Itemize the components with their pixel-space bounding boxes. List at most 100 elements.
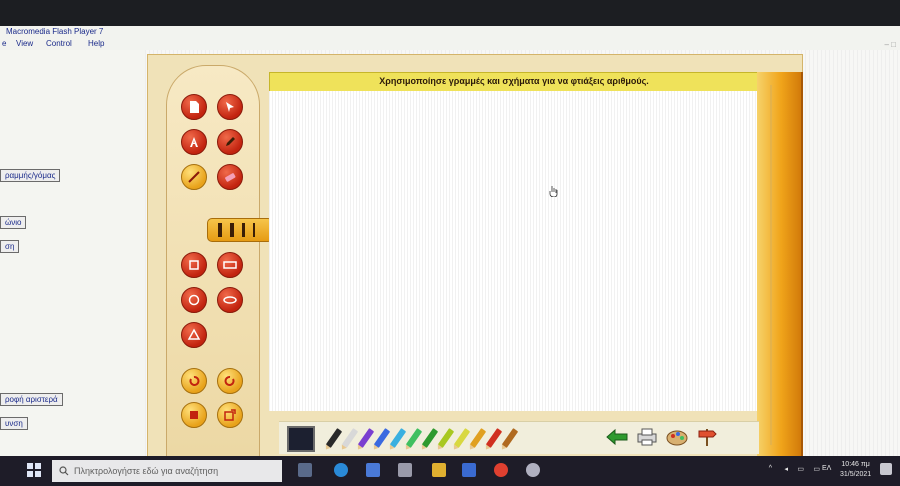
stroke-width-2 [230, 223, 234, 237]
task-view-icon[interactable] [298, 463, 312, 477]
pencil-color-9[interactable] [453, 428, 471, 448]
sidebar-button-line-eraser[interactable]: ραμμής/γόμας [0, 169, 61, 182]
select-tool[interactable] [217, 94, 243, 120]
menu-control[interactable]: Control [46, 39, 72, 48]
store-icon[interactable] [398, 463, 412, 477]
keyboard-icon[interactable]: ▭ [813, 465, 820, 473]
line-icon [188, 171, 200, 183]
input-language[interactable]: ΕΛ [822, 465, 831, 472]
network-icon[interactable]: ▭ [797, 465, 804, 473]
desktop-screen: Macromedia Flash Player 7 e View Control… [0, 0, 900, 486]
clock-date: 31/5/2021 [840, 471, 872, 478]
clock-time: 10:46 πμ [841, 461, 870, 468]
left-sidebar: ραμμής/γόμας ώνιο ση ροφή αριστερά υνση [0, 50, 145, 456]
pencil-color-2[interactable] [341, 428, 359, 448]
flash-player-window: Macromedia Flash Player 7 e View Control… [0, 26, 900, 462]
menu-help[interactable]: Help [88, 39, 104, 48]
sidebar-button-angle[interactable]: ώνιο [0, 216, 27, 229]
menu-file[interactable]: e [2, 39, 6, 48]
drawing-canvas[interactable] [269, 91, 758, 411]
new-page-tool[interactable] [181, 94, 207, 120]
notification-icon[interactable] [880, 463, 892, 475]
pencil-icon [226, 137, 235, 146]
instruction-banner: Χρησιμοποίησε γραμμές και σχήματα για να… [269, 72, 759, 92]
search-placeholder: Πληκτρολογήστε εδώ για αναζήτηση [74, 466, 219, 476]
menu-bar: e View Control Help [0, 38, 900, 50]
eraser-icon [225, 173, 236, 182]
stroke-width-selector[interactable] [207, 218, 273, 242]
pencil-color-1[interactable] [325, 428, 343, 448]
canvas-moire [269, 91, 757, 411]
chrome-icon[interactable] [494, 463, 508, 477]
circle-tool[interactable] [181, 287, 207, 313]
pencil-tool[interactable] [217, 129, 243, 155]
shrink-tool[interactable] [181, 402, 207, 428]
text-tool[interactable] [181, 129, 207, 155]
taskbar-search-box[interactable]: Πληκτρολογήστε εδώ για αναζήτηση [52, 460, 282, 482]
flash-stage: Χρησιμοποίησε γραμμές και σχήματα για να… [145, 50, 900, 462]
window-titlebar: Macromedia Flash Player 7 [0, 26, 900, 38]
square-tool[interactable] [181, 252, 207, 278]
mail-icon[interactable] [462, 463, 476, 477]
flash-player-taskbar-icon[interactable] [526, 463, 540, 477]
menu-view[interactable]: View [16, 39, 33, 48]
bottom-toolbar [279, 421, 759, 454]
circle-icon [188, 294, 200, 306]
pencil-color-8[interactable] [437, 428, 455, 448]
square-icon [189, 260, 199, 270]
rotate-left-tool[interactable] [181, 368, 207, 394]
arrow-cursor-icon [226, 102, 234, 112]
media-player-icon[interactable] [366, 463, 380, 477]
pencil-color-7[interactable] [421, 428, 439, 448]
triangle-tool[interactable] [181, 322, 207, 348]
page-icon [190, 101, 199, 113]
stroke-width-3 [242, 223, 245, 237]
taskbar-clock[interactable]: 10:46 πμ 31/5/2021 [840, 460, 871, 480]
windows-start-icon[interactable] [26, 462, 42, 478]
file-explorer-icon[interactable] [432, 463, 446, 477]
tool-panel [166, 65, 273, 462]
rotate-right-tool[interactable] [217, 368, 243, 394]
taskbar: Πληκτρολογήστε εδώ για αναζήτηση ^ ◂ ▭ ▭… [0, 456, 900, 486]
pencil-color-5[interactable] [389, 428, 407, 448]
back-arrow-icon[interactable] [605, 427, 629, 447]
pencil-color-4[interactable] [373, 428, 391, 448]
sidebar-button-3[interactable]: ση [0, 240, 20, 253]
eraser-tool[interactable] [217, 164, 243, 190]
tray-arrow-icon[interactable]: ^ [769, 465, 772, 472]
triangle-icon [187, 328, 201, 340]
stroke-width-4 [253, 223, 255, 237]
line-tool[interactable] [181, 164, 207, 190]
printer-icon[interactable] [635, 427, 659, 447]
pencil-color-6[interactable] [405, 428, 423, 448]
rotate-right-icon [224, 376, 235, 386]
current-color-swatch[interactable] [287, 426, 315, 452]
hand-cursor-icon [549, 186, 558, 197]
sidebar-button-5[interactable]: υνση [0, 417, 28, 430]
rotate-left-icon [189, 376, 200, 386]
pencil-color-11[interactable] [485, 428, 503, 448]
pencil-color-10[interactable] [469, 428, 487, 448]
window-controls[interactable]: – □ [884, 40, 896, 49]
window-title: Macromedia Flash Player 7 [6, 27, 104, 36]
shrink-icon [190, 411, 198, 419]
stroke-width-1 [218, 223, 222, 237]
ellipse-icon [223, 296, 237, 304]
ellipse-tool[interactable] [217, 287, 243, 313]
letter-a-icon [190, 137, 198, 147]
rectangle-icon [223, 261, 237, 269]
enlarge-icon [224, 409, 236, 421]
exit-signpost-icon[interactable] [695, 427, 719, 447]
volume-icon[interactable]: ◂ [784, 465, 788, 473]
enlarge-tool[interactable] [217, 402, 243, 428]
edge-browser-icon[interactable] [334, 463, 348, 477]
search-icon [59, 466, 69, 476]
pencil-color-3[interactable] [357, 428, 375, 448]
instruction-text: Χρησιμοποίησε γραμμές και σχήματα για να… [379, 76, 649, 86]
paint-palette-icon[interactable] [665, 427, 689, 447]
rectangle-tool[interactable] [217, 252, 243, 278]
book-frame: Χρησιμοποίησε γραμμές και σχήματα για να… [147, 54, 803, 462]
book-pages [757, 72, 803, 457]
sidebar-button-rotate-left[interactable]: ροφή αριστερά [0, 393, 63, 406]
pencil-color-12[interactable] [501, 428, 519, 448]
